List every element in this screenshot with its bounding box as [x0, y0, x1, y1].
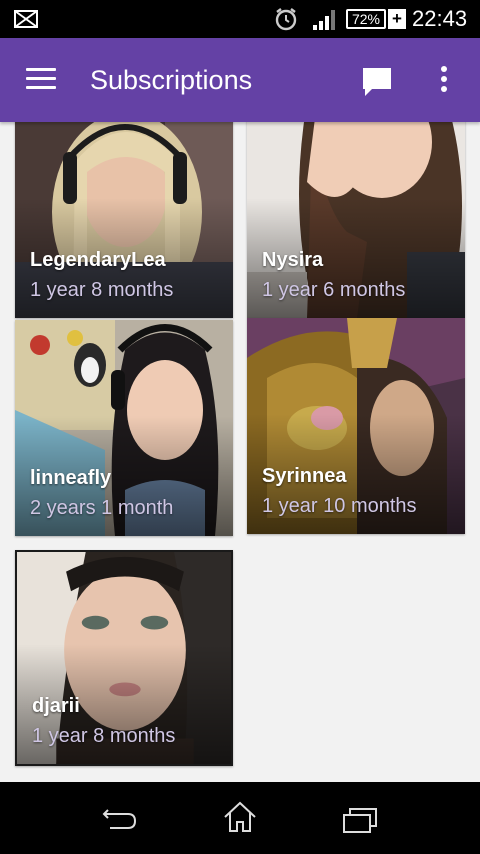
home-icon[interactable] [222, 800, 258, 834]
subscription-card-syrinnea[interactable]: Syrinnea 1 year 10 months [247, 318, 465, 534]
overflow-menu-icon[interactable] [436, 66, 452, 96]
channel-name: Syrinnea [262, 465, 347, 487]
menu-icon[interactable] [26, 68, 56, 90]
page-title: Subscriptions [90, 65, 253, 95]
status-bar: 72% + 22:43 [0, 0, 480, 38]
clock: 22:43 [412, 6, 468, 31]
subscription-duration: 1 year 10 months [262, 495, 417, 517]
channel-name: linneafly [30, 467, 112, 489]
signal-icon [313, 10, 335, 30]
subscription-card-nysira[interactable]: Nysira 1 year 6 months [247, 122, 465, 318]
app-bar: Subscriptions [0, 38, 480, 122]
battery-indicator: 72% [346, 9, 386, 29]
subscription-duration: 1 year 8 months [30, 279, 174, 301]
recent-apps-icon[interactable] [342, 806, 378, 834]
charging-icon: + [388, 9, 406, 29]
alarm-icon [275, 8, 297, 31]
subscription-card-legendarylea[interactable]: LegendaryLea 1 year 8 months [15, 122, 233, 318]
chat-icon[interactable] [360, 65, 394, 99]
subscriptions-grid: LegendaryLea 1 year 8 months Nysira 1 ye… [0, 122, 480, 782]
subscription-duration: 2 years 1 month [30, 497, 174, 519]
navigation-bar [0, 782, 480, 854]
channel-name: djarii [32, 695, 80, 717]
subscription-card-djarii[interactable]: djarii 1 year 8 months [15, 550, 233, 766]
subscription-duration: 1 year 8 months [32, 725, 176, 747]
back-icon[interactable] [102, 806, 138, 832]
channel-name: LegendaryLea [30, 249, 166, 271]
subscription-card-linneafly[interactable]: linneafly 2 years 1 month [15, 320, 233, 536]
channel-name: Nysira [262, 249, 324, 271]
mail-icon [14, 10, 38, 28]
subscription-duration: 1 year 6 months [262, 279, 406, 301]
